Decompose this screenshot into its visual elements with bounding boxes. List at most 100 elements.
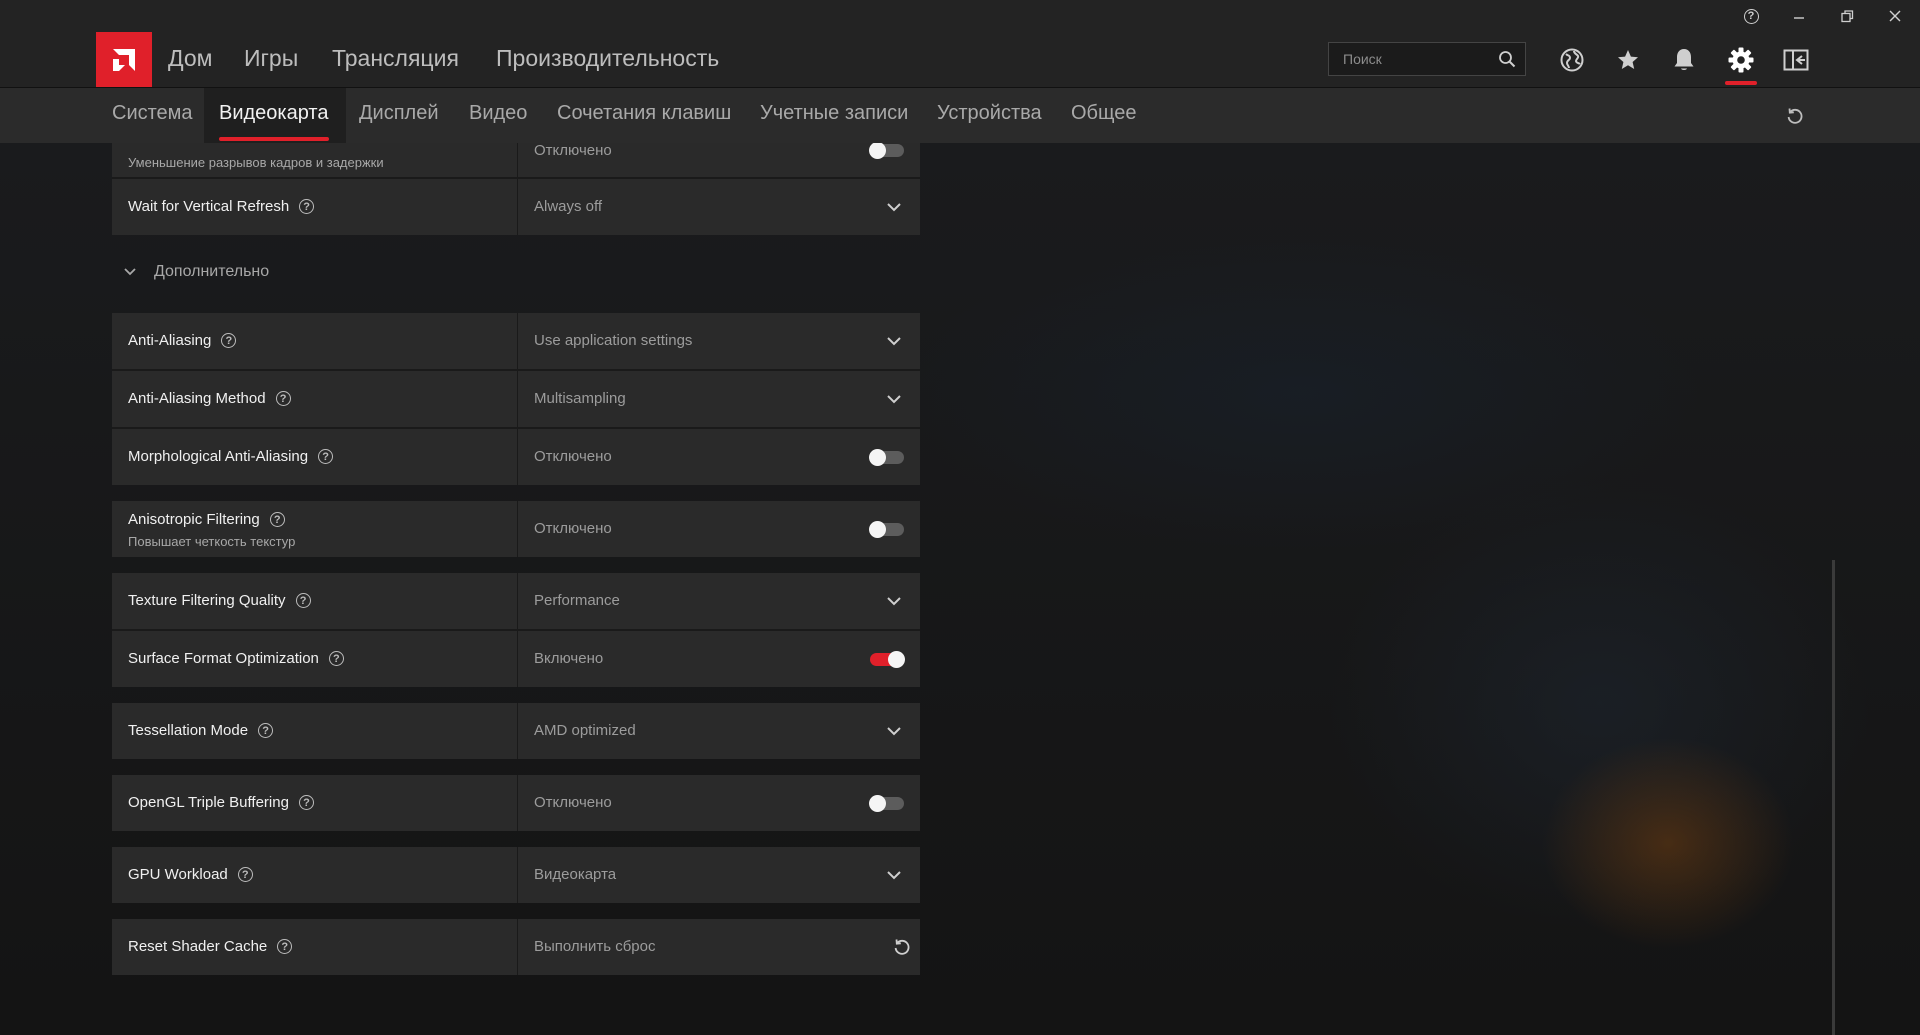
nav-performance[interactable]: Производительность — [496, 45, 719, 72]
setting-title: Tessellation Mode? — [128, 722, 274, 739]
chevron-down-icon[interactable] — [885, 332, 903, 350]
help-icon[interactable]: ? — [277, 939, 293, 954]
setting-title-text: Anti-Aliasing — [128, 332, 212, 349]
help-icon[interactable]: ? — [299, 199, 315, 214]
enhanced-sync-toggle[interactable] — [869, 143, 904, 159]
setting-label-cell: Morphological Anti-Aliasing? — [112, 429, 518, 485]
settings-active-indicator — [1725, 81, 1757, 85]
setting-value: Always off — [534, 198, 603, 215]
gear-icon — [1728, 47, 1754, 73]
minimize-button[interactable] — [1776, 0, 1822, 32]
help-icon[interactable]: ? — [275, 391, 291, 406]
help-icon[interactable]: ? — [269, 512, 285, 527]
setting-value: Отключено — [534, 520, 612, 537]
setting-title-text: Reset Shader Cache — [128, 938, 268, 955]
setting-label-cell: OpenGL Triple Buffering? — [112, 775, 518, 831]
chevron-down-icon[interactable] — [885, 592, 903, 610]
amd-logo-icon — [113, 48, 135, 71]
notifications-button[interactable] — [1668, 44, 1700, 76]
chevron-down-icon[interactable] — [885, 198, 903, 216]
help-icon[interactable]: ? — [295, 593, 311, 608]
window-help-button[interactable]: ? — [1728, 0, 1774, 32]
reset-icon — [1787, 108, 1803, 124]
chevron-down-icon[interactable] — [885, 390, 903, 408]
setting-row-reset-shader-cache[interactable]: Reset Shader Cache? Выполнить сброс — [112, 919, 920, 975]
setting-value: Отключено — [534, 143, 612, 159]
help-icon[interactable]: ? — [298, 795, 314, 810]
setting-row-tessellation-mode[interactable]: Tessellation Mode? AMD optimized — [112, 703, 920, 759]
setting-label-cell: Anisotropic Filtering? Повышает четкость… — [112, 501, 518, 557]
tab-display[interactable]: Дисплей — [359, 102, 439, 125]
setting-label-cell: Tessellation Mode? — [112, 703, 518, 759]
tab-devices[interactable]: Устройства — [937, 102, 1042, 125]
tab-hotkeys[interactable]: Сочетания клавиш — [557, 102, 731, 125]
setting-title-text: GPU Workload — [128, 866, 228, 883]
setting-row-anti-aliasing[interactable]: Anti-Aliasing? Use application settings — [112, 313, 920, 369]
minimize-icon — [1794, 17, 1804, 19]
settings-button[interactable] — [1725, 44, 1757, 76]
nav-streaming[interactable]: Трансляция — [332, 45, 459, 72]
setting-value: Выполнить сброс — [534, 938, 656, 955]
setting-row-texture-filtering-quality[interactable]: Texture Filtering Quality? Performance — [112, 573, 920, 629]
close-icon — [1889, 10, 1901, 22]
title-bar: ? — [0, 0, 1920, 32]
setting-title-text: Tessellation Mode — [128, 722, 249, 739]
surface-format-toggle[interactable] — [870, 651, 905, 668]
close-button[interactable] — [1872, 0, 1918, 32]
setting-title: Surface Format Optimization? — [128, 650, 344, 667]
setting-title: OpenGL Triple Buffering? — [128, 794, 314, 811]
advanced-section-toggle[interactable]: Дополнительно — [122, 263, 269, 281]
setting-label-cell: Anti-Aliasing? — [112, 313, 518, 369]
reset-settings-button[interactable] — [1780, 102, 1810, 130]
setting-row-gpu-workload[interactable]: GPU Workload? Видеокарта — [112, 847, 920, 903]
setting-value: Отключено — [534, 794, 612, 811]
help-icon[interactable]: ? — [237, 867, 253, 882]
mlaa-toggle[interactable] — [869, 449, 904, 466]
search-icon[interactable] — [1498, 50, 1516, 68]
help-icon[interactable]: ? — [318, 449, 334, 464]
help-icon[interactable]: ? — [258, 723, 274, 738]
globe-button[interactable] — [1556, 44, 1588, 76]
tab-general[interactable]: Общее — [1071, 102, 1137, 125]
help-icon[interactable]: ? — [328, 651, 344, 666]
setting-row-enhanced-sync: Уменьшение разрывов кадров и задержки От… — [112, 143, 920, 179]
setting-title-text: Morphological Anti-Aliasing — [128, 448, 309, 465]
search-input[interactable] — [1343, 43, 1493, 75]
favorites-button[interactable] — [1612, 44, 1644, 76]
tab-video[interactable]: Видео — [469, 102, 527, 125]
nav-home[interactable]: Дом — [168, 45, 212, 72]
restore-button[interactable] — [1824, 0, 1870, 32]
setting-title: Anti-Aliasing Method? — [128, 390, 291, 407]
setting-label-cell: Texture Filtering Quality? — [112, 573, 518, 629]
setting-row-surface-format-optimization: Surface Format Optimization? Включено — [112, 631, 920, 687]
toggle-knob — [869, 521, 886, 538]
triple-buffering-toggle[interactable] — [869, 795, 904, 812]
setting-title: Anisotropic Filtering? — [128, 511, 285, 528]
nav-games[interactable]: Игры — [244, 45, 298, 72]
restore-icon — [1840, 9, 1853, 22]
setting-label-cell: Wait for Vertical Refresh? — [112, 179, 518, 235]
active-tab-indicator — [219, 137, 329, 141]
settings-content: Уменьшение разрывов кадров и задержки От… — [0, 143, 1920, 1035]
setting-label-cell: GPU Workload? — [112, 847, 518, 903]
toggle-knob — [888, 651, 905, 668]
amd-logo-button[interactable] — [96, 32, 152, 87]
tab-graphics[interactable]: Видеокарта — [219, 102, 328, 125]
chevron-down-icon[interactable] — [885, 866, 903, 884]
tab-system[interactable]: Система — [112, 102, 193, 125]
setting-row-anisotropic-filtering: Anisotropic Filtering? Повышает четкость… — [112, 501, 920, 557]
bell-icon — [1674, 49, 1694, 70]
sidebar-toggle-button[interactable] — [1780, 44, 1812, 76]
setting-label-cell: Уменьшение разрывов кадров и задержки — [112, 143, 518, 179]
tab-accounts[interactable]: Учетные записи — [760, 102, 908, 125]
setting-title-text: Anti-Aliasing Method — [128, 390, 266, 407]
setting-title-text: Anisotropic Filtering — [128, 511, 260, 528]
setting-row-vsync[interactable]: Wait for Vertical Refresh? Always off — [112, 179, 920, 235]
chevron-down-icon[interactable] — [885, 722, 903, 740]
anisotropic-toggle[interactable] — [869, 521, 904, 538]
setting-value: Видеокарта — [534, 866, 617, 883]
setting-row-aa-method[interactable]: Anti-Aliasing Method? Multisampling — [112, 371, 920, 427]
reset-icon[interactable] — [892, 937, 912, 957]
toggle-knob — [869, 143, 886, 159]
help-icon[interactable]: ? — [221, 333, 237, 348]
